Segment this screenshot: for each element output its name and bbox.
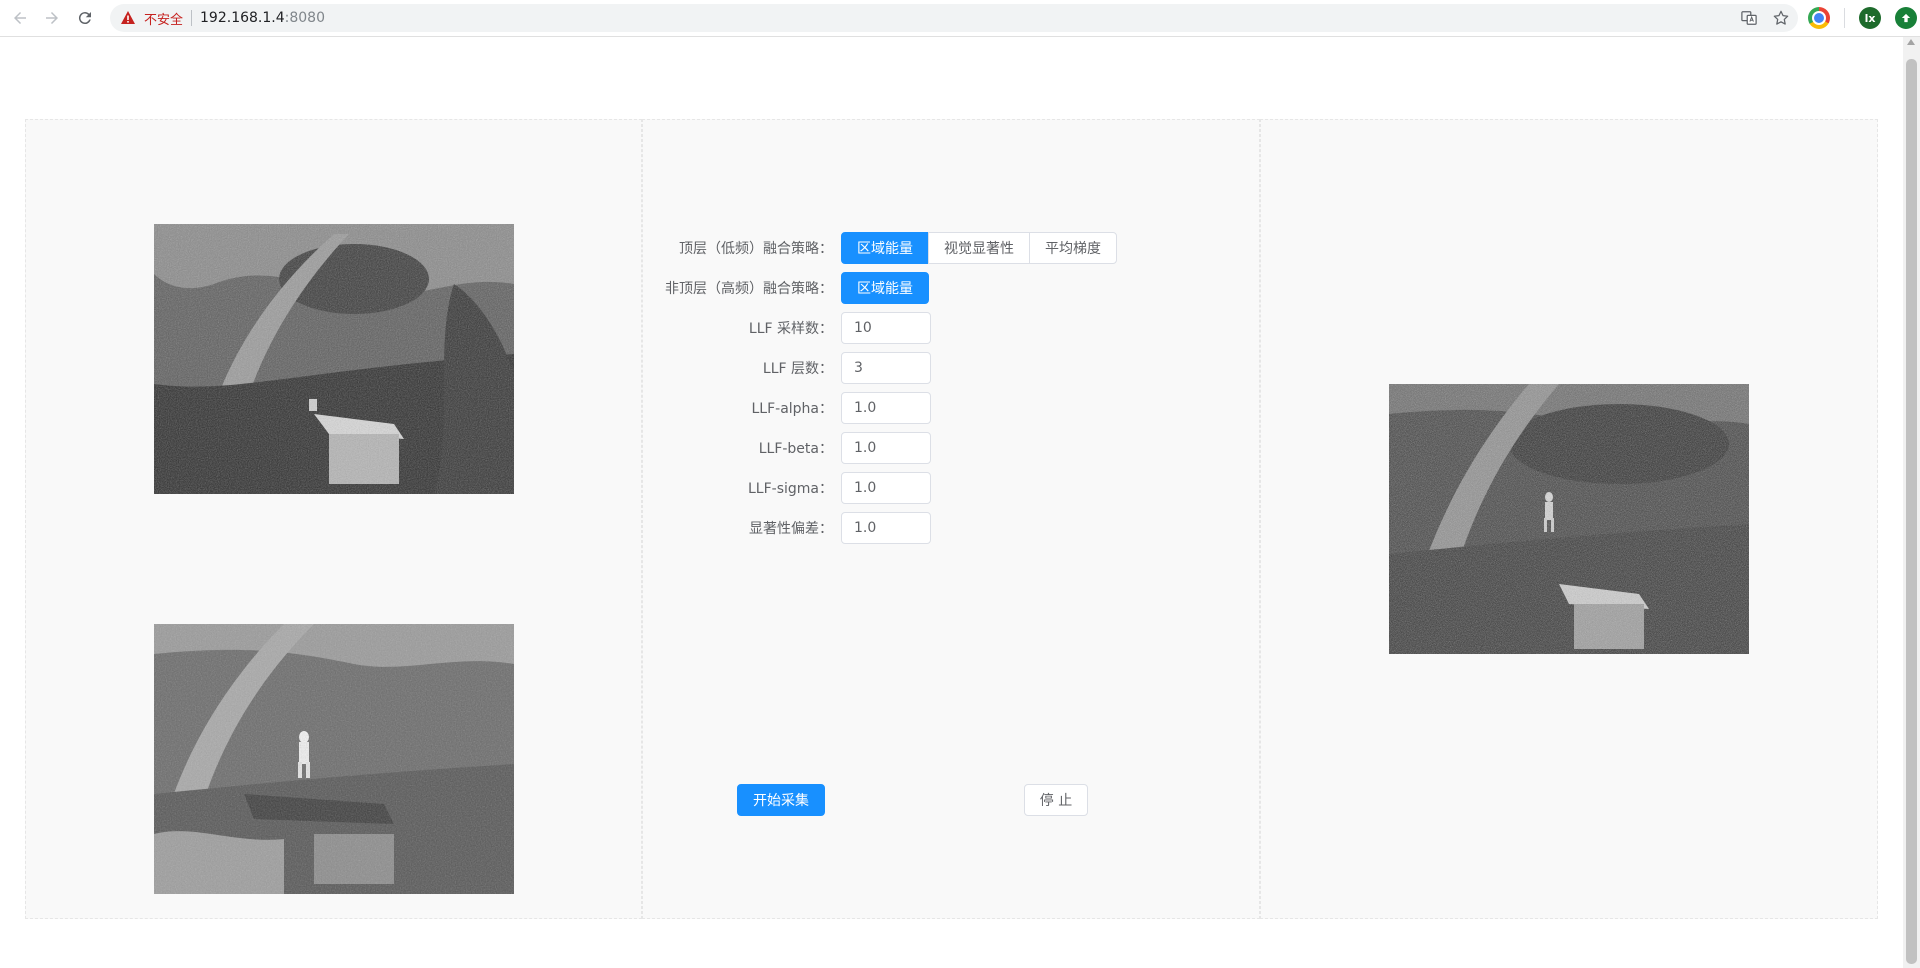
saliency-bias-input[interactable]: 1.0	[841, 512, 931, 544]
url-port: :8080	[284, 10, 325, 26]
scroll-thumb[interactable]	[1906, 59, 1917, 964]
scroll-up-arrow-icon[interactable]	[1907, 39, 1915, 45]
page-content: 顶层（低频）融合策略： 区域能量 视觉显著性 平均梯度 非顶层（高频）融合策略：…	[0, 37, 1903, 968]
llf-samples-label: LLF 采样数：	[748, 321, 833, 337]
reload-icon[interactable]	[73, 6, 97, 30]
address-separator	[191, 10, 193, 26]
profile-avatar[interactable]: lx	[1859, 7, 1881, 29]
top-layer-strategy-group: 区域能量 视觉显著性 平均梯度	[841, 232, 1117, 264]
infrared-image	[154, 624, 514, 894]
browser-toolbar: 不安全 192.168.1.4 :8080 lx	[0, 0, 1920, 37]
parameters-panel: 顶层（低频）融合策略： 区域能量 视觉显著性 平均梯度 非顶层（高频）融合策略：…	[642, 119, 1260, 919]
address-bar[interactable]: 不安全 192.168.1.4 :8080	[110, 4, 1798, 32]
llf-levels-label: LLF 层数：	[762, 361, 833, 377]
non-top-layer-strategy-label: 非顶层（高频）融合策略：	[665, 281, 833, 297]
fused-image	[1389, 384, 1749, 654]
top-layer-option-visual-saliency[interactable]: 视觉显著性	[928, 232, 1030, 264]
chrome-extension-icon[interactable]	[1808, 7, 1830, 29]
param-row: LLF 层数： 3	[643, 352, 931, 384]
llf-levels-input[interactable]: 3	[841, 352, 931, 384]
forward-icon[interactable]	[40, 6, 64, 30]
non-top-layer-strategy-row: 非顶层（高频）融合策略： 区域能量	[643, 272, 929, 304]
start-capture-button[interactable]: 开始采集	[737, 784, 825, 816]
llf-sigma-input[interactable]: 1.0	[841, 472, 931, 504]
llf-alpha-input[interactable]: 1.0	[841, 392, 931, 424]
translate-icon[interactable]	[1740, 9, 1758, 27]
param-row: LLF-sigma： 1.0	[643, 472, 931, 504]
visible-light-image	[154, 224, 514, 494]
param-row: LLF 采样数： 10	[643, 312, 931, 344]
llf-beta-label: LLF-beta：	[758, 441, 833, 457]
param-row: 显著性偏差： 1.0	[643, 512, 931, 544]
saliency-bias-label: 显著性偏差：	[749, 521, 833, 537]
non-top-layer-strategy-group: 区域能量	[841, 272, 929, 304]
llf-samples-input[interactable]: 10	[841, 312, 931, 344]
stop-button[interactable]: 停 止	[1024, 784, 1088, 816]
update-icon[interactable]	[1895, 7, 1917, 29]
llf-alpha-label: LLF-alpha：	[751, 401, 833, 417]
non-top-layer-option-region-energy[interactable]: 区域能量	[841, 272, 929, 304]
insecure-label: 不安全	[144, 12, 184, 28]
source-images-panel	[25, 119, 642, 919]
top-layer-strategy-row: 顶层（低频）融合策略： 区域能量 视觉显著性 平均梯度	[643, 232, 1117, 264]
llf-beta-input[interactable]: 1.0	[841, 432, 931, 464]
param-row: LLF-alpha： 1.0	[643, 392, 931, 424]
top-layer-strategy-label: 顶层（低频）融合策略：	[679, 241, 833, 257]
back-icon[interactable]	[8, 6, 32, 30]
top-layer-option-region-energy[interactable]: 区域能量	[841, 232, 929, 264]
fused-result-panel	[1260, 119, 1878, 919]
param-row: LLF-beta： 1.0	[643, 432, 931, 464]
toolbar-divider	[1844, 8, 1845, 28]
warning-icon	[120, 10, 136, 26]
top-layer-option-average-gradient[interactable]: 平均梯度	[1029, 232, 1117, 264]
url-host: 192.168.1.4	[200, 10, 285, 26]
llf-sigma-label: LLF-sigma：	[748, 481, 833, 497]
page-scrollbar[interactable]	[1903, 37, 1920, 968]
bookmark-star-icon[interactable]	[1772, 9, 1790, 27]
